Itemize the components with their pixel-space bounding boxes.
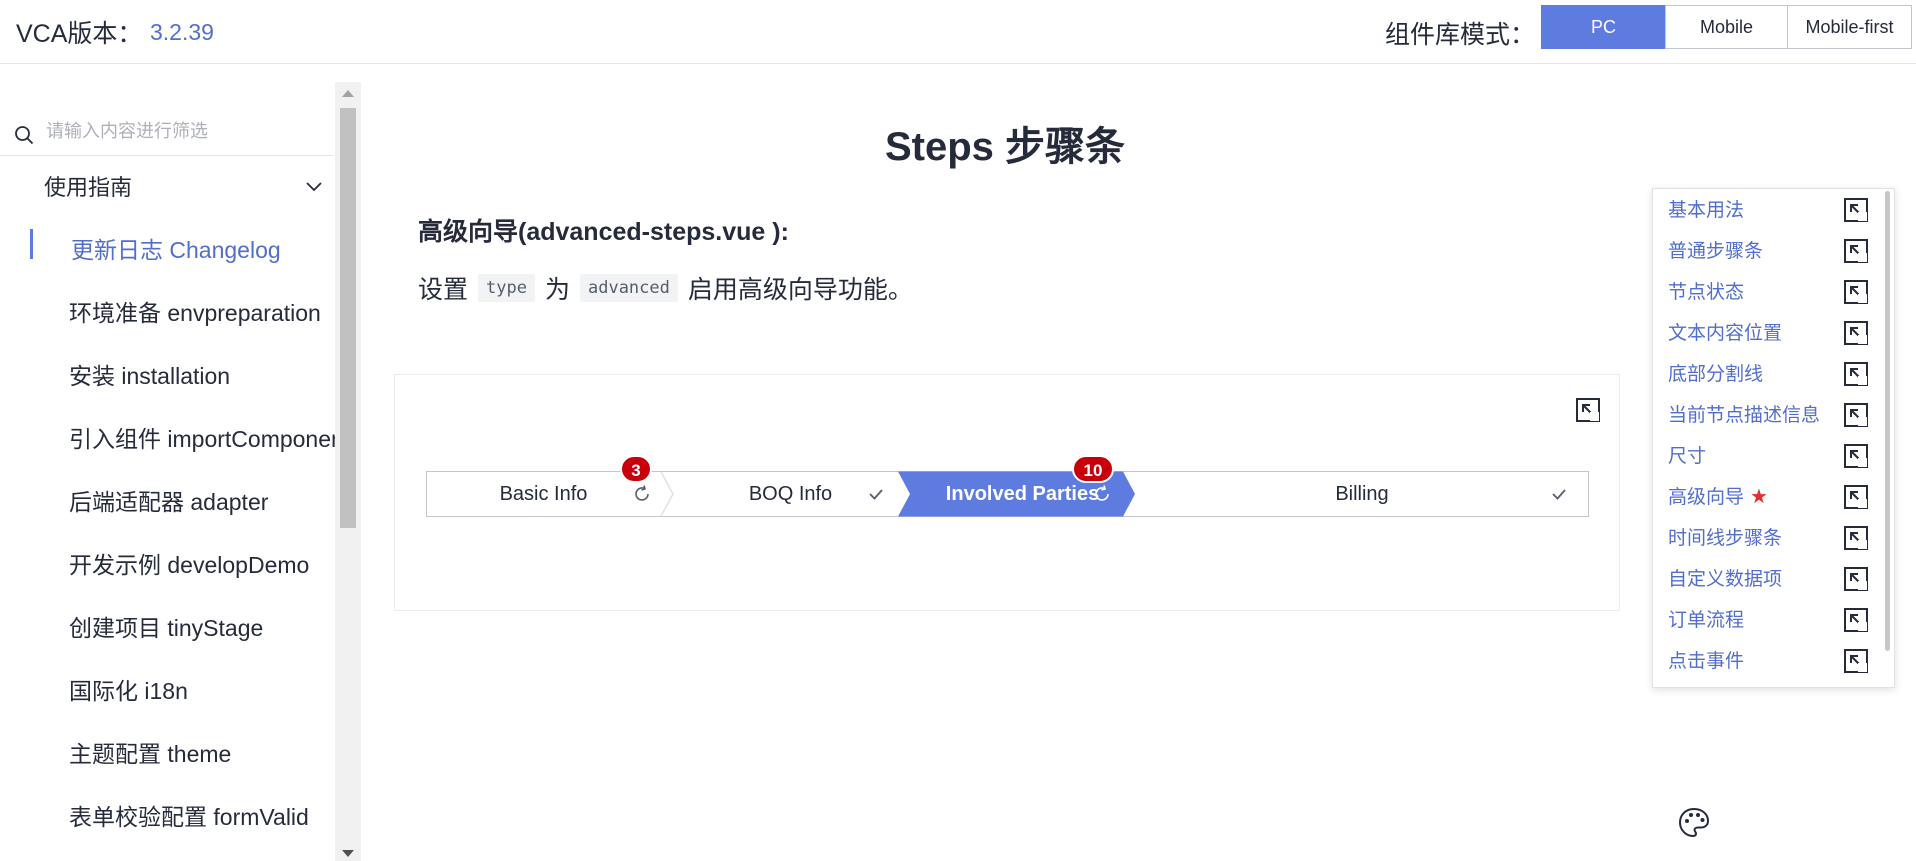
open-demo-icon[interactable] — [1575, 397, 1601, 423]
anchor-item[interactable]: 底部分割线 — [1653, 353, 1893, 394]
anchor-link[interactable]: 底部分割线 — [1668, 359, 1763, 386]
mode-mobile-button[interactable]: Mobile — [1665, 5, 1788, 49]
refresh-icon — [635, 485, 649, 501]
anchor-link[interactable]: 高级向导 — [1668, 482, 1744, 509]
check-icon — [1552, 489, 1566, 500]
step-billing[interactable]: Billing — [1135, 471, 1589, 517]
step-badge: 3 — [620, 455, 652, 483]
anchor-link[interactable]: 文本内容位置 — [1668, 318, 1782, 345]
mode-label: 组件库模式： — [1385, 21, 1536, 49]
open-demo-icon[interactable] — [1843, 484, 1869, 510]
open-demo-icon[interactable] — [1843, 197, 1869, 223]
sidebar-item-develop-demo[interactable]: 开发示例 developDemo — [0, 530, 335, 593]
scroll-down-arrow-icon[interactable] — [342, 850, 354, 857]
open-demo-icon[interactable] — [1843, 320, 1869, 346]
anchor-link[interactable]: 基本用法 — [1668, 195, 1744, 222]
sidebar-item-label: 后端适配器 adapter — [69, 489, 269, 515]
desc-code-advanced: advanced — [579, 274, 678, 302]
sidebar-item-tiny-stage[interactable]: 创建项目 tinyStage — [0, 593, 335, 656]
mode-switch-group: PC Mobile Mobile-first — [1541, 5, 1912, 49]
sidebar-item-label: 创建项目 tinyStage — [69, 615, 264, 641]
mode-mobile-first-button[interactable]: Mobile-first — [1787, 5, 1912, 49]
nav-group-header[interactable]: 使用指南 — [44, 170, 324, 200]
anchor-item[interactable]: 当前节点描述信息 — [1653, 394, 1893, 435]
sidebar-item-form-valid[interactable]: 表单校验配置 formValid — [0, 782, 335, 845]
sidebar-item-label: 表单校验配置 formValid — [69, 804, 309, 830]
demo-description: 设置 type 为 advanced 启用高级向导功能。 — [418, 270, 913, 306]
advanced-steps: Basic Info 3 BOQ Info Involved Parties 1… — [426, 455, 1589, 517]
sidebar-item-label: 更新日志 Changelog — [71, 237, 281, 263]
anchor-scroll-thumb[interactable] — [1885, 191, 1890, 651]
anchor-link[interactable]: 时间线步骤条 — [1668, 523, 1782, 550]
demo-title: 高级向导(advanced-steps.vue ): — [418, 218, 789, 246]
open-demo-icon[interactable] — [1843, 361, 1869, 387]
anchor-item[interactable]: 基本用法 — [1653, 189, 1893, 230]
anchor-scrollbar[interactable] — [1884, 189, 1892, 687]
anchor-link[interactable]: 尺寸 — [1668, 441, 1706, 468]
version-label: VCA版本： — [16, 20, 143, 48]
sidebar-item-adapter[interactable]: 后端适配器 adapter — [0, 467, 335, 530]
anchor-item[interactable]: 自定义数据项 — [1653, 558, 1893, 599]
page-title: Steps 步骤条 — [884, 125, 1126, 169]
anchor-item[interactable]: 尺寸 — [1653, 435, 1893, 476]
sidebar-item-theme[interactable]: 主题配置 theme — [0, 719, 335, 782]
sidebar-item-label: 开发示例 developDemo — [69, 552, 310, 578]
sidebar-scrollbar[interactable] — [335, 82, 361, 861]
anchor-item[interactable]: 订单流程 — [1653, 599, 1893, 640]
anchor-item[interactable]: 时间线步骤条 — [1653, 517, 1893, 558]
scroll-up-arrow-icon[interactable] — [342, 90, 354, 97]
desc-middle: 为 — [544, 276, 570, 304]
nav-list: 更新日志 Changelog 环境准备 envpreparation 安装 in… — [0, 215, 335, 845]
open-demo-icon[interactable] — [1843, 279, 1869, 305]
anchor-link[interactable]: 订单流程 — [1668, 605, 1744, 632]
sidebar-item-label: 环境准备 envpreparation — [69, 300, 321, 326]
sidebar-item-label: 国际化 i18n — [69, 678, 188, 704]
open-demo-icon[interactable] — [1843, 402, 1869, 428]
star-icon: ★ — [1750, 486, 1768, 508]
version-value: 3.2.39 — [150, 19, 214, 45]
anchor-link[interactable]: 自定义数据项 — [1668, 564, 1782, 591]
open-demo-icon[interactable] — [1843, 238, 1869, 264]
anchor-item[interactable]: 点击事件 — [1653, 640, 1893, 681]
demo-preview-box: Basic Info 3 BOQ Info Involved Parties 1… — [394, 374, 1620, 611]
anchor-list: 基本用法普通步骤条节点状态文本内容位置 底部分割线当前节点描述信息 尺寸高级向导 ★ 时… — [1653, 189, 1893, 681]
palette-icon[interactable] — [1677, 806, 1711, 840]
sidebar-item-label: 引入组件 importComponents — [69, 426, 335, 452]
sidebar: 使用指南 更新日志 Changelog 环境准备 envpreparation … — [0, 82, 361, 861]
open-demo-icon[interactable] — [1843, 648, 1869, 674]
step-badge: 10 — [1072, 455, 1114, 483]
top-header: VCA版本： 3.2.39 组件库模式： PC Mobile Mobile-fi… — [0, 0, 1916, 64]
anchor-link[interactable]: 当前节点描述信息 — [1668, 400, 1820, 427]
open-demo-icon[interactable] — [1843, 525, 1869, 551]
desc-code-type: type — [478, 274, 535, 302]
sidebar-item-installation[interactable]: 安装 installation — [0, 341, 335, 404]
anchor-link[interactable]: 节点状态 — [1668, 277, 1744, 304]
mode-pc-button[interactable]: PC — [1541, 5, 1666, 49]
anchor-item[interactable]: 普通步骤条 — [1653, 230, 1893, 271]
sidebar-item-label: 安装 installation — [69, 363, 231, 389]
check-icon — [869, 489, 883, 500]
refresh-icon — [1095, 485, 1109, 501]
open-demo-icon[interactable] — [1843, 566, 1869, 592]
anchor-link[interactable]: 点击事件 — [1668, 646, 1744, 673]
anchor-link[interactable]: 普通步骤条 — [1668, 236, 1763, 263]
sidebar-item-envpreparation[interactable]: 环境准备 envpreparation — [0, 278, 335, 341]
anchor-item[interactable]: 高级向导 ★ — [1653, 476, 1893, 517]
nav-group-title: 使用指南 — [44, 175, 133, 200]
anchor-item[interactable]: 节点状态 — [1653, 271, 1893, 312]
chevron-down-icon — [306, 182, 322, 192]
sidebar-item-i18n[interactable]: 国际化 i18n — [0, 656, 335, 719]
desc-prefix: 设置 — [418, 276, 469, 304]
anchor-panel: 基本用法普通步骤条节点状态文本内容位置 底部分割线当前节点描述信息 尺寸高级向导 ★ 时… — [1652, 188, 1895, 688]
open-demo-icon[interactable] — [1843, 607, 1869, 633]
desc-suffix: 启用高级向导功能。 — [687, 276, 913, 304]
sidebar-item-import-components[interactable]: 引入组件 importComponents — [0, 404, 335, 467]
open-demo-icon[interactable] — [1843, 443, 1869, 469]
sidebar-item-label: 主题配置 theme — [69, 741, 232, 767]
sidebar-item-changelog[interactable]: 更新日志 Changelog — [0, 215, 335, 278]
anchor-item[interactable]: 文本内容位置 — [1653, 312, 1893, 353]
